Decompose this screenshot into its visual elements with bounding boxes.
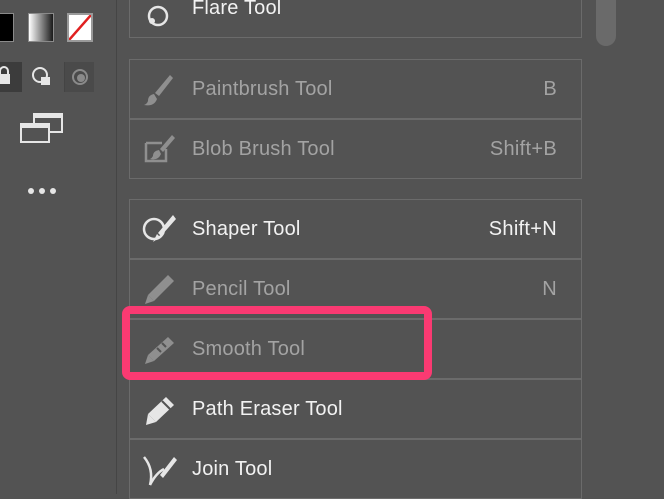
menu-item-flare-tool[interactable]: Flare Tool [129, 0, 582, 38]
scrollbar-track [594, 0, 664, 494]
menu-item-label: Join Tool [192, 458, 273, 480]
paintbrush-icon [144, 75, 173, 106]
menu-item-label: Paintbrush Tool [192, 78, 333, 100]
none-swatch[interactable] [67, 13, 93, 42]
draw-normal-icon [0, 66, 10, 84]
join-icon [143, 456, 177, 486]
menu-item-label: Path Eraser Tool [192, 398, 343, 420]
screen-mode-button[interactable] [18, 112, 66, 146]
menu-item-shortcut: Shift+N [488, 218, 557, 240]
menu-item-shortcut: Shift+B [489, 138, 557, 160]
draw-modes [0, 62, 100, 92]
menu-item-label: Shaper Tool [192, 218, 301, 240]
shaper-icon [142, 215, 176, 242]
tools-panel [0, 0, 116, 494]
scrollbar-thumb[interactable] [596, 0, 616, 46]
none-slash-icon [69, 15, 91, 40]
menu-item-label: Blob Brush Tool [192, 138, 335, 160]
gradient-swatch[interactable] [28, 13, 54, 42]
draw-inside-icon [72, 69, 88, 85]
menu-item-shortcut: B [543, 78, 557, 100]
draw-normal-button[interactable] [0, 62, 22, 92]
draw-behind-button[interactable] [27, 62, 57, 92]
more-ellipsis-icon [28, 188, 56, 194]
menu-item-label: Flare Tool [192, 0, 282, 19]
more-tools-button[interactable] [26, 182, 58, 200]
menu-item-shaper-tool[interactable]: Shaper Tool Shift+N [129, 199, 582, 259]
menu-item-blob-brush-tool[interactable]: Blob Brush Tool Shift+B [129, 119, 582, 179]
menu-item-paintbrush-tool[interactable]: Paintbrush Tool B [129, 59, 582, 119]
flare-icon [147, 5, 169, 27]
menu-item-path-eraser-tool[interactable]: Path Eraser Tool [129, 379, 582, 439]
menu-item-join-tool[interactable]: Join Tool [129, 439, 582, 499]
screen-mode-icon [20, 113, 63, 143]
path-eraser-icon [146, 397, 174, 425]
draw-inside-button[interactable] [64, 62, 94, 92]
fill-swatch[interactable] [0, 13, 14, 42]
draw-behind-icon [32, 67, 50, 85]
blob-brush-icon [144, 135, 175, 163]
pencil-icon [145, 275, 174, 304]
highlight-annotation [122, 306, 432, 380]
menu-item-shortcut: N [542, 278, 557, 300]
